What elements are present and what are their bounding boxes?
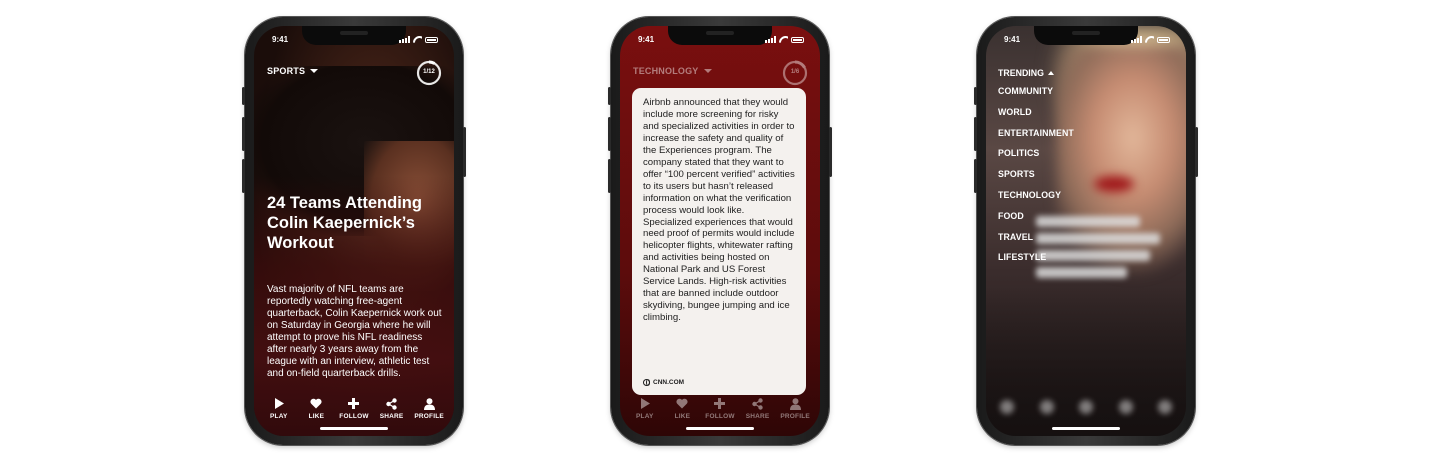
like-button[interactable]: LIKE — [299, 397, 333, 420]
phone-technology: 9:41 TECHNOLOGY 1/6 Airbnb announced tha… — [608, 17, 832, 445]
menu-header: TRENDING — [998, 68, 1044, 78]
follow-label: FOLLOW — [339, 413, 369, 420]
status-time: 9:41 — [272, 35, 289, 44]
profile-label: PROFILE — [414, 413, 444, 420]
card-text: Airbnb announced that they would include… — [643, 97, 795, 324]
menu-item-community[interactable]: COMMUNITY — [998, 86, 1074, 107]
menu-item-travel[interactable]: TRAVEL — [998, 232, 1074, 253]
progress-count: 1/12 — [423, 69, 435, 75]
play-button[interactable]: PLAY — [262, 397, 296, 420]
menu-item-world[interactable]: WORLD — [998, 107, 1074, 128]
status-bar: 9:41 — [254, 35, 454, 47]
wifi-icon — [413, 36, 422, 43]
follow-label: FOLLOW — [705, 413, 735, 420]
menu-item-food[interactable]: FOOD — [998, 211, 1074, 232]
play-label: PLAY — [636, 413, 654, 420]
action-bar: PLAY LIKE FOLLOW SHARE PROFILE — [620, 397, 820, 420]
status-bar: 9:41 — [620, 35, 820, 47]
screen-menu: 9:41 TRENDING COMMUNITY WORLD ENTERTAINM… — [986, 26, 1186, 436]
wifi-icon — [779, 36, 788, 43]
share-button[interactable]: SHARE — [375, 397, 409, 420]
source-label: CNN.COM — [653, 379, 685, 386]
battery-icon — [425, 36, 438, 43]
status-time: 9:41 — [638, 35, 655, 44]
article-body: Vast majority of NFL teams are reportedl… — [267, 284, 442, 379]
play-label: PLAY — [270, 413, 288, 420]
profile-button[interactable]: PROFILE — [778, 397, 812, 420]
menu-item-technology[interactable]: TECHNOLOGY — [998, 190, 1074, 211]
play-button[interactable]: PLAY — [628, 397, 662, 420]
like-label: LIKE — [308, 413, 325, 420]
home-indicator[interactable] — [686, 427, 754, 430]
article-title: 24 Teams Attending Colin Kaepernick’s Wo… — [267, 194, 422, 252]
category-menu: TRENDING COMMUNITY WORLD ENTERTAINMENT P… — [998, 68, 1074, 273]
user-icon — [423, 397, 435, 410]
heart-icon — [676, 397, 688, 410]
source-link[interactable]: CNN.COM — [643, 379, 684, 386]
like-button[interactable]: LIKE — [665, 397, 699, 420]
menu-item-sports[interactable]: SPORTS — [998, 169, 1074, 190]
status-bar: 9:41 — [986, 35, 1186, 47]
user-icon — [789, 397, 801, 410]
screen-sports: 9:41 SPORTS 1/12 24 Teams Attending Coli… — [254, 26, 454, 436]
signal-icon — [1131, 36, 1142, 43]
battery-icon — [1157, 36, 1170, 43]
action-bar: PLAY LIKE FOLLOW SHARE PROFILE — [254, 397, 454, 420]
follow-button[interactable]: FOLLOW — [337, 397, 371, 420]
menu-item-lifestyle[interactable]: LIFESTYLE — [998, 252, 1074, 273]
category-dropdown[interactable]: SPORTS — [267, 66, 319, 76]
category-dropdown[interactable]: TECHNOLOGY — [633, 66, 712, 76]
profile-label: PROFILE — [780, 413, 810, 420]
article-card[interactable]: Airbnb announced that they would include… — [632, 88, 806, 395]
category-dropdown[interactable]: TRENDING — [998, 68, 1074, 78]
signal-icon — [765, 36, 776, 43]
share-label: SHARE — [379, 413, 404, 420]
plus-icon — [348, 397, 360, 410]
chevron-down-icon — [703, 69, 712, 73]
share-label: SHARE — [745, 413, 770, 420]
category-label: SPORTS — [267, 66, 306, 76]
progress-count: 1/6 — [790, 69, 800, 75]
plus-icon — [714, 397, 726, 410]
play-icon — [640, 397, 650, 410]
profile-button[interactable]: PROFILE — [412, 397, 446, 420]
menu-item-entertainment[interactable]: ENTERTAINMENT — [998, 128, 1074, 149]
screen-technology: 9:41 TECHNOLOGY 1/6 Airbnb announced tha… — [620, 26, 820, 436]
globe-icon — [643, 379, 650, 386]
home-indicator[interactable] — [320, 427, 388, 430]
status-time: 9:41 — [1004, 35, 1021, 44]
menu-item-politics[interactable]: POLITICS — [998, 148, 1074, 169]
action-bar-blurred — [1000, 400, 1172, 414]
phone-sports: 9:41 SPORTS 1/12 24 Teams Attending Coli… — [242, 17, 466, 445]
wifi-icon — [1145, 36, 1154, 43]
follow-button[interactable]: FOLLOW — [703, 397, 737, 420]
like-label: LIKE — [674, 413, 691, 420]
chevron-up-icon — [1047, 71, 1054, 75]
share-icon — [386, 397, 397, 410]
progress-ring: 1/6 — [782, 60, 808, 86]
signal-icon — [399, 36, 410, 43]
category-label: TECHNOLOGY — [633, 66, 699, 76]
progress-ring: 1/12 — [416, 60, 442, 86]
phone-menu: 9:41 TRENDING COMMUNITY WORLD ENTERTAINM… — [974, 17, 1198, 445]
share-icon — [752, 397, 763, 410]
chevron-down-icon — [310, 69, 319, 73]
share-button[interactable]: SHARE — [741, 397, 775, 420]
battery-icon — [791, 36, 804, 43]
play-icon — [274, 397, 284, 410]
home-indicator[interactable] — [1052, 427, 1120, 430]
heart-icon — [310, 397, 322, 410]
